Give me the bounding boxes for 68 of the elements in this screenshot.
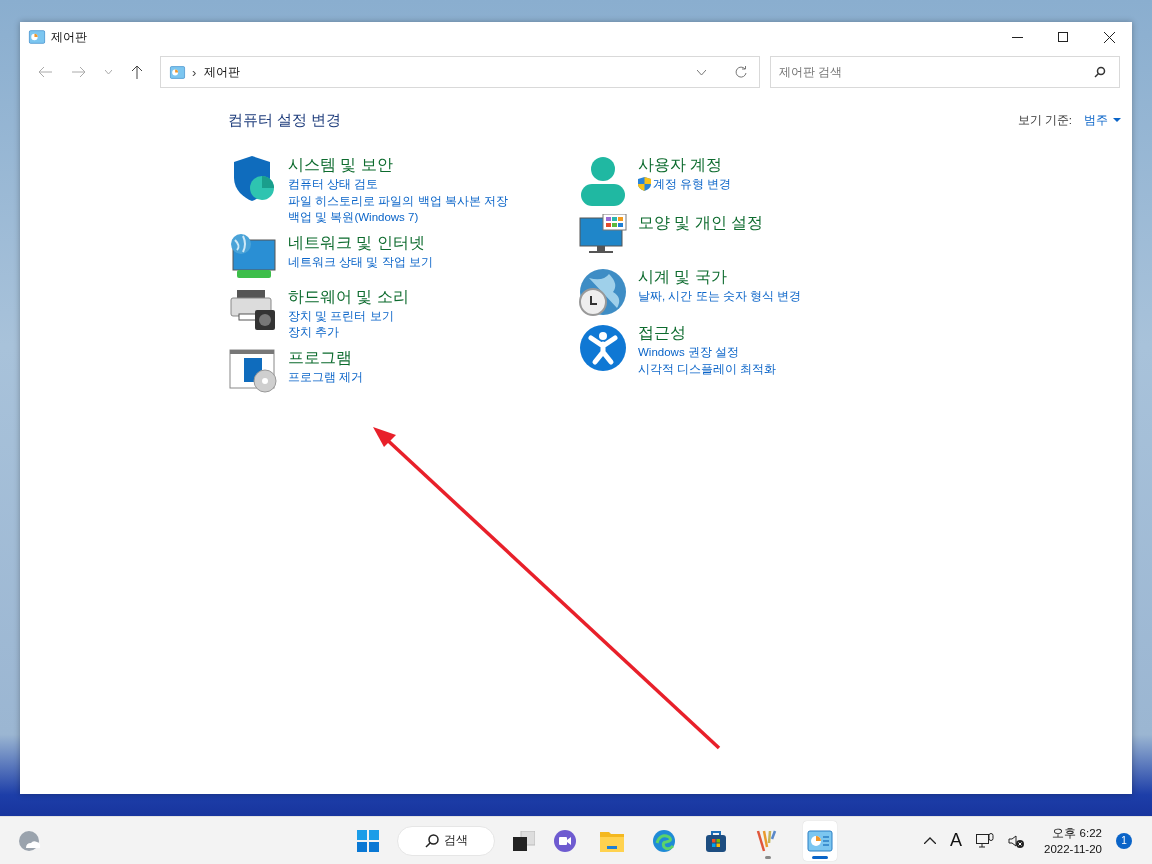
- uac-shield-icon: [638, 177, 651, 192]
- control-panel-icon: [169, 65, 186, 79]
- network-monitor-icon[interactable]: [976, 832, 994, 849]
- chevron-up-icon[interactable]: [924, 837, 936, 844]
- minimize-icon: [1011, 36, 1023, 38]
- task-link[interactable]: 프로그램 제거: [288, 368, 364, 385]
- refresh-icon[interactable]: [734, 65, 747, 79]
- task-link[interactable]: 날짜, 시간 또는 숫자 형식 변경: [638, 288, 802, 305]
- task-link[interactable]: 컴퓨터 상태 검토: [288, 176, 379, 193]
- category-link[interactable]: 사용자 계정: [638, 154, 723, 176]
- shopping-bag-icon: [704, 828, 728, 853]
- clock-time[interactable]: 오후 6:22: [1052, 824, 1102, 841]
- video-chat-icon[interactable]: [553, 828, 577, 853]
- start-icon[interactable]: [357, 829, 379, 852]
- chevron-down-icon[interactable]: [697, 69, 706, 75]
- task-link[interactable]: 네트워크 상태 및 작업 보기: [288, 253, 433, 270]
- search-icon: [424, 833, 439, 848]
- speaker-muted-icon[interactable]: [1008, 833, 1024, 848]
- task-link[interactable]: Windows 권장 설정: [638, 344, 740, 361]
- task-link[interactable]: 장치 및 프린터 보기: [288, 307, 394, 324]
- category-link[interactable]: 모양 및 개인 설정: [638, 212, 763, 234]
- input-method-indicator[interactable]: A: [950, 830, 962, 851]
- close-icon: [1103, 31, 1115, 43]
- globe-clock-icon: [579, 268, 627, 316]
- wave-circle-icon: [652, 828, 676, 853]
- task-view-icon[interactable]: [513, 830, 535, 851]
- address-bar[interactable]: › 제어판: [160, 56, 760, 88]
- search-field[interactable]: 제어판 검색: [770, 56, 1120, 88]
- running-indicator: [765, 855, 771, 859]
- view-by-label: 보기 기준:: [1017, 112, 1072, 128]
- taskbar-app-button[interactable]: [803, 820, 837, 861]
- running-indicator: [812, 855, 828, 859]
- caret-icon: [1113, 118, 1121, 122]
- chevron-down-icon: [104, 70, 112, 74]
- back-arrow-icon: [38, 66, 52, 78]
- task-link[interactable]: 시각적 디스플레이 최적화: [638, 360, 777, 377]
- notification-badge[interactable]: 1: [1116, 832, 1132, 849]
- window-title: 제어판: [51, 28, 87, 46]
- printer-speaker-icon: [229, 287, 277, 332]
- folder-icon: [600, 829, 624, 852]
- maximize-icon: [1058, 32, 1068, 42]
- user-icon: [580, 156, 626, 206]
- search-icon: [1094, 66, 1106, 78]
- accessibility-icon: [579, 324, 627, 372]
- category-link[interactable]: 네트워크 및 인터넷: [288, 231, 425, 254]
- view-by-dropdown[interactable]: 범주: [1084, 112, 1121, 128]
- up-arrow-icon: [131, 65, 143, 79]
- clock-date[interactable]: 2022-11-20: [1044, 840, 1102, 857]
- monitor-tiles-icon: [579, 214, 627, 254]
- forward-arrow-icon: [72, 66, 86, 78]
- task-link[interactable]: 장치 추가: [288, 324, 340, 341]
- breadcrumb-item[interactable]: 제어판: [204, 63, 241, 81]
- category-link[interactable]: 프로그램: [288, 346, 352, 369]
- program-disc-icon: [229, 348, 277, 393]
- breadcrumb-separator: ›: [192, 64, 197, 80]
- taskbar-search-button[interactable]: 검색: [397, 825, 495, 856]
- category-link[interactable]: 하드웨어 및 소리: [288, 285, 409, 308]
- task-link[interactable]: 계정 유형 변경: [638, 176, 732, 193]
- task-link[interactable]: 파일 히스토리로 파일의 백업 복사본 저장: [288, 192, 508, 209]
- weather-cloud-icon[interactable]: [18, 829, 42, 852]
- category-link[interactable]: 시계 및 국가: [638, 266, 727, 288]
- task-link[interactable]: 백업 및 복원(Windows 7): [288, 209, 419, 226]
- page-heading: 컴퓨터 설정 변경: [228, 110, 343, 130]
- control-panel-icon: [807, 829, 833, 852]
- control-panel-icon: [28, 30, 46, 44]
- category-link[interactable]: 접근성: [638, 322, 686, 344]
- monitor-globe-icon: [229, 233, 277, 280]
- category-link[interactable]: 시스템 및 보안: [288, 154, 393, 176]
